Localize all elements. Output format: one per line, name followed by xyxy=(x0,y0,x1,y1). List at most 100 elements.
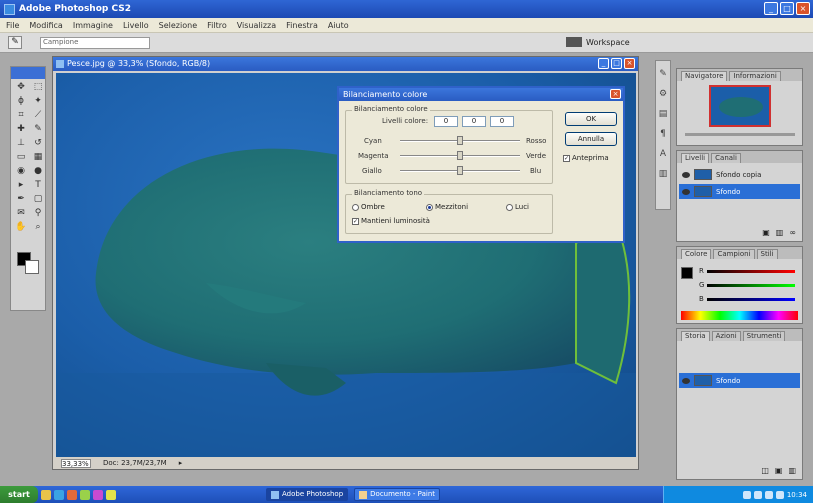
background-color-swatch[interactable] xyxy=(25,260,39,274)
navigator-thumbnail[interactable] xyxy=(709,85,771,127)
ok-button[interactable]: OK xyxy=(565,112,617,126)
layer-row-background[interactable]: Sfondo xyxy=(679,184,800,199)
sample-size-select[interactable]: Campione xyxy=(40,36,150,49)
tab-navigator[interactable]: Navigatore xyxy=(681,71,728,81)
menu-aiuto[interactable]: Aiuto xyxy=(328,21,349,30)
quicklaunch-folder-icon[interactable] xyxy=(41,489,51,500)
menu-finestra[interactable]: Finestra xyxy=(286,21,318,30)
blue-channel-slider[interactable]: B xyxy=(699,293,795,305)
dialog-titlebar[interactable]: Bilanciamento colore × xyxy=(339,88,623,101)
yellow-blue-slider[interactable] xyxy=(400,166,520,176)
new-document-icon[interactable]: ▣ xyxy=(775,466,783,475)
trash-icon[interactable]: ▥ xyxy=(776,228,784,237)
tab-actions[interactable]: Azioni xyxy=(711,331,741,341)
new-snapshot-icon[interactable]: ◫ xyxy=(761,466,769,475)
level-magenta-green-input[interactable]: 0 xyxy=(462,116,486,127)
shape-tool-icon[interactable]: ▢ xyxy=(30,193,46,206)
navigator-zoom-slider[interactable] xyxy=(685,133,795,136)
menu-filtro[interactable]: Filtro xyxy=(207,21,227,30)
dodge-tool-icon[interactable]: ● xyxy=(30,165,46,178)
delete-icon[interactable]: ▥ xyxy=(788,466,796,475)
pen-tool-icon[interactable]: ✒ xyxy=(13,193,29,206)
quicklaunch-app3-icon[interactable] xyxy=(106,489,116,500)
healing-tool-icon[interactable]: ✚ xyxy=(13,123,29,136)
tab-info[interactable]: Informazioni xyxy=(729,71,781,81)
workspace-button[interactable]: Workspace xyxy=(566,37,630,47)
tray-update-icon[interactable] xyxy=(775,490,784,499)
color-fg-swatch[interactable] xyxy=(681,267,693,279)
level-cyan-red-input[interactable]: 0 xyxy=(434,116,458,127)
menu-modifica[interactable]: Modifica xyxy=(29,21,62,30)
tone-highlights-radio[interactable]: Luci xyxy=(506,203,529,211)
menu-visualizza[interactable]: Visualizza xyxy=(237,21,276,30)
gradient-tool-icon[interactable]: ▦ xyxy=(30,151,46,164)
menu-livello[interactable]: Livello xyxy=(123,21,149,30)
slice-tool-icon[interactable]: ⟋ xyxy=(30,109,46,122)
tab-layers[interactable]: Livelli xyxy=(681,153,710,163)
history-item[interactable]: Sfondo xyxy=(679,373,800,388)
marquee-tool-icon[interactable]: ⬚ xyxy=(30,81,46,94)
history-brush-tool-icon[interactable]: ↺ xyxy=(30,137,46,150)
character-icon[interactable]: A xyxy=(657,147,669,161)
quicklaunch-app-icon[interactable] xyxy=(80,489,90,500)
lasso-tool-icon[interactable]: ϕ xyxy=(13,95,29,108)
quicklaunch-browser-icon[interactable] xyxy=(54,489,64,500)
status-arrow-icon[interactable]: ▸ xyxy=(179,459,183,467)
history-brush-source-icon[interactable] xyxy=(682,377,690,384)
tab-channels[interactable]: Canali xyxy=(711,153,741,163)
link-icon[interactable]: ∞ xyxy=(789,228,796,237)
doc-maximize-button[interactable]: □ xyxy=(611,58,622,69)
clock[interactable]: 10:34 xyxy=(787,491,807,499)
tab-color[interactable]: Colore xyxy=(681,249,712,259)
preview-checkbox[interactable]: ✓ Anteprima xyxy=(563,154,609,162)
layer-row-copy[interactable]: Sfondo copia xyxy=(679,167,800,182)
tab-history[interactable]: Storia xyxy=(681,331,710,341)
close-button[interactable]: × xyxy=(796,2,810,15)
eyedropper-tool-icon-2[interactable]: ⚲ xyxy=(30,207,46,220)
histogram-icon[interactable]: ▥ xyxy=(657,167,669,181)
eyedropper-tool-icon[interactable]: ✎ xyxy=(8,36,22,49)
magic-wand-tool-icon[interactable]: ✦ xyxy=(30,95,46,108)
start-button[interactable]: start xyxy=(0,486,38,503)
type-tool-icon[interactable]: T xyxy=(30,179,46,192)
magenta-green-slider[interactable] xyxy=(400,151,520,161)
preserve-luminosity-checkbox[interactable]: ✓ Mantieni luminosità xyxy=(352,217,430,225)
crop-tool-icon[interactable]: ⌗ xyxy=(13,109,29,122)
tray-network-icon[interactable] xyxy=(742,490,751,499)
menu-immagine[interactable]: Immagine xyxy=(73,21,113,30)
menu-selezione[interactable]: Selezione xyxy=(159,21,197,30)
tab-styles[interactable]: Stili xyxy=(756,249,778,259)
zoom-tool-icon[interactable]: ⌕ xyxy=(30,221,46,234)
new-layer-icon[interactable]: ▣ xyxy=(762,228,770,237)
tone-midtones-radio[interactable]: Mezzitoni xyxy=(426,203,468,211)
doc-minimize-button[interactable]: _ xyxy=(598,58,609,69)
quicklaunch-app2-icon[interactable] xyxy=(93,489,103,500)
task-paint[interactable]: Documento - Paint xyxy=(354,488,441,501)
tone-shadows-radio[interactable]: Ombre xyxy=(352,203,385,211)
tool-presets-icon[interactable]: ⚙ xyxy=(657,87,669,101)
green-channel-slider[interactable]: G xyxy=(699,279,795,291)
eye-icon[interactable] xyxy=(682,188,690,195)
cyan-red-slider[interactable] xyxy=(400,136,520,146)
stamp-tool-icon[interactable]: ⊥ xyxy=(13,137,29,150)
paragraph-icon[interactable]: ¶ xyxy=(657,127,669,141)
minimize-button[interactable]: _ xyxy=(764,2,778,15)
blur-tool-icon[interactable]: ◉ xyxy=(13,165,29,178)
layer-comps-icon[interactable]: ▤ xyxy=(657,107,669,121)
move-tool-icon[interactable]: ✥ xyxy=(13,81,29,94)
path-selection-tool-icon[interactable]: ▸ xyxy=(13,179,29,192)
quicklaunch-media-icon[interactable] xyxy=(67,489,77,500)
doc-close-button[interactable]: × xyxy=(624,58,635,69)
hand-tool-icon[interactable]: ✋ xyxy=(13,221,29,234)
maximize-button[interactable]: □ xyxy=(780,2,794,15)
tab-swatches[interactable]: Campioni xyxy=(713,249,755,259)
level-yellow-blue-input[interactable]: 0 xyxy=(490,116,514,127)
eye-icon[interactable] xyxy=(682,171,690,178)
zoom-field[interactable]: 33,33% xyxy=(61,458,91,468)
notes-tool-icon[interactable]: ✉ xyxy=(13,207,29,220)
color-spectrum-bar[interactable] xyxy=(681,311,798,320)
tray-security-icon[interactable] xyxy=(764,490,773,499)
document-titlebar[interactable]: Pesce.jpg @ 33,3% (Sfondo, RGB/8) _ □ × xyxy=(53,57,638,71)
brushes-panel-icon[interactable]: ✎ xyxy=(657,67,669,81)
cancel-button[interactable]: Annulla xyxy=(565,132,617,146)
